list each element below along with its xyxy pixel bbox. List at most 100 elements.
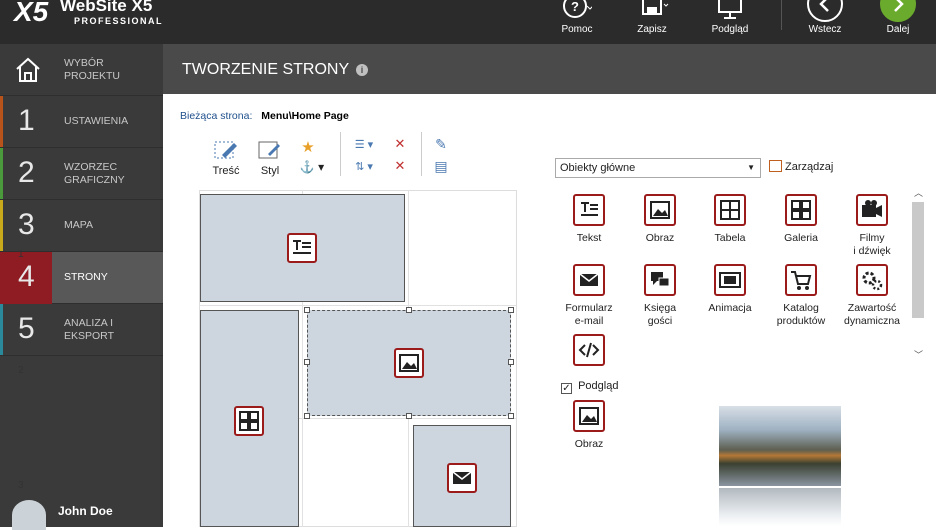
info-icon[interactable]: i bbox=[356, 64, 368, 76]
gallery-object-icon bbox=[234, 406, 264, 436]
distribute-icon: ⇅ ▾ bbox=[355, 161, 373, 173]
object-item-table[interactable]: Tabela bbox=[694, 194, 766, 245]
table-icon bbox=[714, 194, 746, 226]
page-header: TWORZENIE STRONY i bbox=[163, 44, 936, 94]
current-page-value: Menu\Home Page bbox=[261, 110, 349, 122]
sidebar: WYBÓR PROJEKTU 1 USTAWIENIA 2 WZORZEC GR… bbox=[0, 44, 163, 530]
manage-button[interactable]: Zarządzaj bbox=[769, 160, 833, 173]
remove-row-button[interactable]: ✕ bbox=[391, 158, 409, 174]
layout-cell-gallery[interactable] bbox=[200, 310, 299, 527]
top-bar: X5 WebSite X5 PROFESSIONAL ? Pomoc Zapis… bbox=[0, 0, 936, 44]
image-icon bbox=[573, 400, 605, 432]
style-button[interactable]: Styl bbox=[253, 138, 287, 177]
save-button[interactable]: Zapisz bbox=[630, 0, 674, 44]
user-name: John Doe bbox=[58, 504, 113, 518]
object-item-email[interactable]: Formularz e-mail bbox=[553, 264, 625, 328]
avatar bbox=[12, 500, 46, 530]
object-label: Tekst bbox=[576, 232, 602, 244]
help-button[interactable]: ? Pomoc bbox=[556, 0, 598, 44]
app-edition: PROFESSIONAL bbox=[74, 16, 164, 26]
layout-button[interactable]: ▤ bbox=[431, 158, 451, 175]
logo-mark: X5 bbox=[14, 0, 49, 27]
preview-checkbox[interactable]: ✓ Podgląd bbox=[561, 380, 618, 394]
scroll-down-icon[interactable]: ﹀ bbox=[914, 348, 923, 361]
remove-column-button[interactable]: ✕ bbox=[391, 136, 409, 152]
brush-icon bbox=[258, 141, 280, 159]
object-item-film[interactable]: Animacja bbox=[694, 264, 766, 315]
sidebar-item-export[interactable]: 5 ANALIZA I EKSPORT bbox=[0, 304, 163, 356]
sidebar-item-settings[interactable]: 1 USTAWIENIA bbox=[0, 96, 163, 148]
manage-icon bbox=[769, 160, 782, 172]
align-left-button[interactable]: ☰ ▾ bbox=[349, 138, 379, 151]
content-button[interactable]: Treść bbox=[209, 138, 243, 177]
object-label: Animacja bbox=[708, 302, 752, 314]
object-item-gears[interactable]: Zawartość dynamiczna bbox=[836, 264, 908, 328]
chevron-down-icon: ▼ bbox=[747, 163, 755, 172]
anchor-icon: ⚓ ▾ bbox=[299, 160, 325, 174]
preview-button[interactable]: Podgląd bbox=[704, 0, 756, 44]
objects-scrollbar[interactable]: ︿ ﹀ bbox=[912, 188, 924, 366]
sidebar-item-pages[interactable]: 4 STRONY bbox=[0, 252, 163, 304]
back-button[interactable]: Wstecz bbox=[800, 0, 850, 44]
remove-row-icon: ✕ bbox=[394, 158, 406, 173]
next-icon bbox=[880, 0, 916, 22]
next-button[interactable]: Dalej bbox=[874, 0, 922, 44]
layout-cell-text[interactable] bbox=[200, 194, 405, 302]
layout-cell-email[interactable] bbox=[413, 425, 511, 527]
object-label: Galeria bbox=[784, 232, 818, 244]
object-label: Katalog produktów bbox=[776, 302, 826, 327]
image-object-icon bbox=[394, 348, 424, 378]
object-item-image[interactable]: Obraz bbox=[624, 194, 696, 245]
align-icon: ☰ ▾ bbox=[354, 139, 374, 151]
layout-icon: ▤ bbox=[434, 158, 448, 174]
object-item-video[interactable]: Filmy i dźwięk bbox=[836, 194, 908, 258]
save-icon bbox=[642, 0, 669, 15]
object-label: Filmy i dźwięk bbox=[853, 232, 891, 257]
sidebar-item-map[interactable]: 3 MAPA bbox=[0, 200, 163, 252]
layout-cell-image-selected[interactable] bbox=[307, 310, 511, 416]
email-object-icon bbox=[447, 463, 477, 493]
sidebar-item-template[interactable]: 2 WZORZEC GRAFICZNY bbox=[0, 148, 163, 200]
object-label: Obraz bbox=[645, 232, 675, 244]
format-icon: ✎ bbox=[435, 136, 447, 152]
monitor-icon bbox=[718, 0, 742, 19]
svg-text:?: ? bbox=[571, 0, 579, 14]
remove-icon: ✕ bbox=[394, 136, 406, 151]
page-title: TWORZENIE STRONY bbox=[182, 61, 350, 78]
sidebar-item-project[interactable]: WYBÓR PROJEKTU bbox=[0, 44, 163, 96]
breadcrumb: Bieżąca strona: Menu\Home Page bbox=[180, 110, 349, 122]
object-item-text[interactable]: Tekst bbox=[553, 194, 625, 245]
home-icon bbox=[16, 57, 40, 82]
object-item-cart[interactable]: Katalog produktów bbox=[765, 264, 837, 328]
pencil-icon bbox=[214, 141, 237, 159]
text-icon bbox=[573, 194, 605, 226]
app-name: WebSite X5 bbox=[60, 0, 153, 15]
gallery-icon bbox=[785, 194, 817, 226]
object-item-gallery[interactable]: Galeria bbox=[765, 194, 837, 245]
email-icon bbox=[573, 264, 605, 296]
video-icon bbox=[856, 194, 888, 226]
object-item-code[interactable] bbox=[553, 334, 625, 372]
preview-reflection bbox=[719, 488, 841, 526]
format-button[interactable]: ✎ bbox=[431, 136, 451, 153]
star-button[interactable]: ★ bbox=[297, 138, 319, 156]
text-object-icon bbox=[287, 233, 317, 263]
preview-object: Obraz bbox=[553, 400, 625, 451]
object-item-guestbook[interactable]: Księga gości bbox=[624, 264, 696, 328]
back-icon bbox=[807, 0, 843, 22]
object-label: Księga gości bbox=[643, 302, 677, 327]
current-page-label: Bieżąca strona: bbox=[180, 110, 253, 122]
preview-image bbox=[719, 406, 841, 486]
help-icon: ? bbox=[563, 0, 592, 18]
checkbox-icon: ✓ bbox=[561, 383, 572, 394]
star-icon: ★ bbox=[301, 139, 315, 156]
image-icon bbox=[644, 194, 676, 226]
object-category-select[interactable]: Obiekty główne ▼ bbox=[555, 158, 761, 178]
film-icon bbox=[714, 264, 746, 296]
gears-icon bbox=[856, 264, 888, 296]
scroll-up-icon[interactable]: ︿ bbox=[914, 186, 923, 199]
object-label: Zawartość dynamiczna bbox=[843, 302, 901, 327]
align-top-button[interactable]: ⇅ ▾ bbox=[349, 160, 379, 173]
anchor-button[interactable]: ⚓ ▾ bbox=[297, 160, 327, 174]
object-label: Formularz e-mail bbox=[565, 302, 613, 327]
